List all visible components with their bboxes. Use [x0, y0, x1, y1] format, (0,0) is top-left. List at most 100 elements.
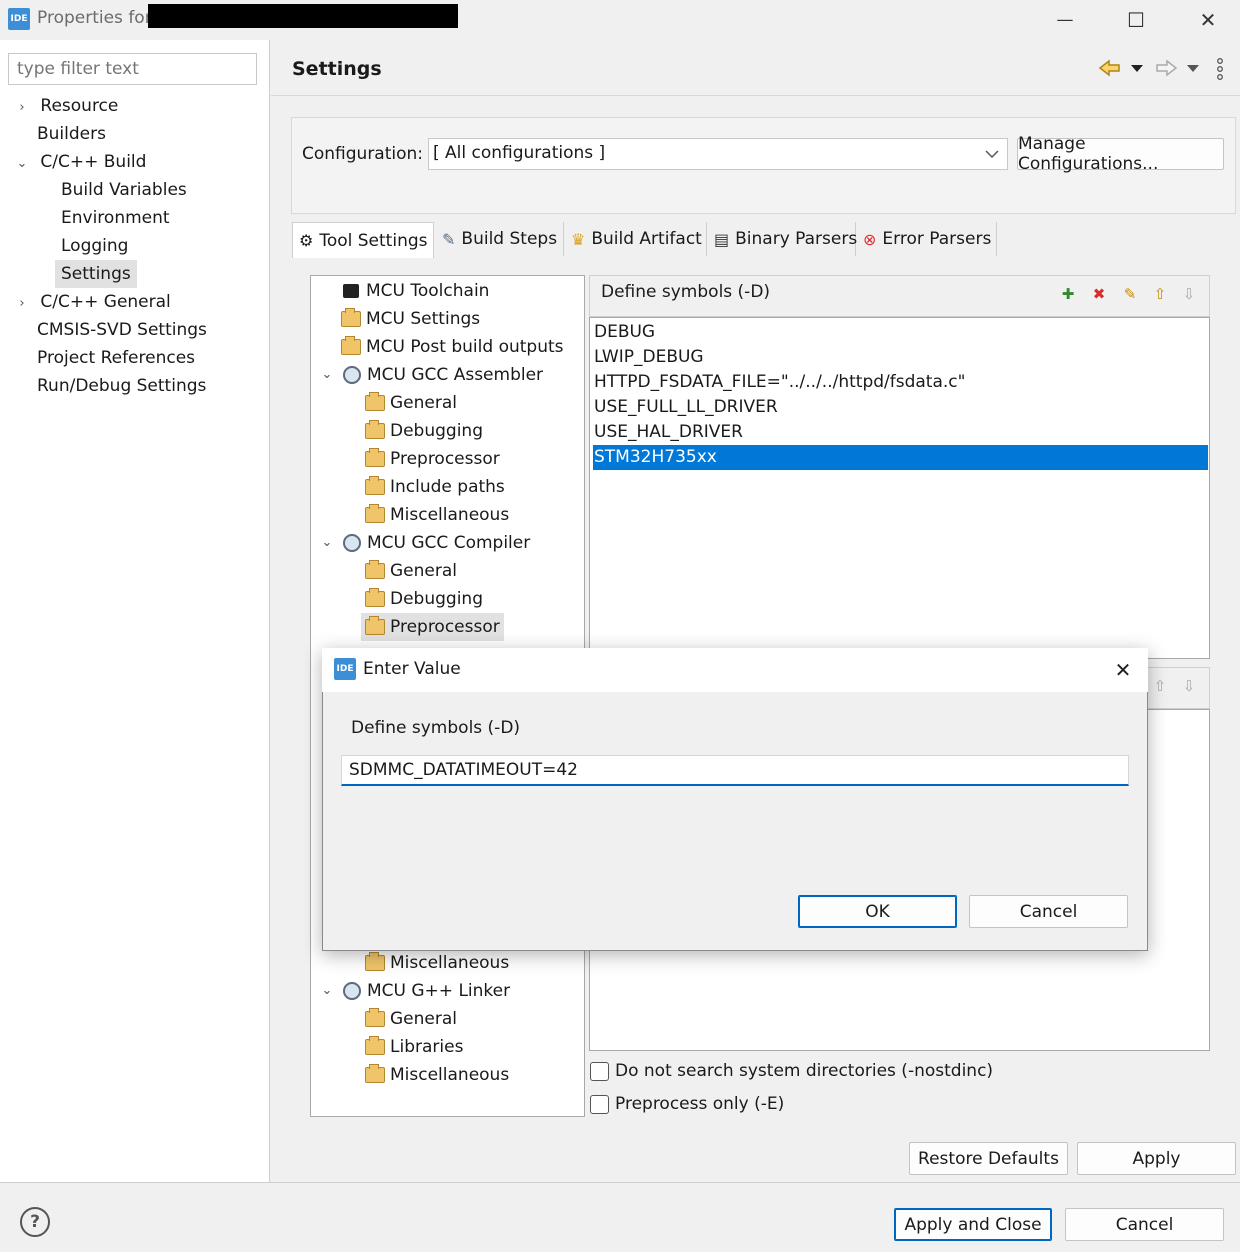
list-item[interactable]: DEBUG	[593, 320, 1208, 345]
tree-item-assembler-miscellaneous[interactable]: Miscellaneous	[365, 501, 509, 529]
chevron-right-icon[interactable]: ›	[14, 290, 30, 311]
list-item[interactable]: HTTPD_FSDATA_FILE="../../../httpd/fsdata…	[593, 370, 1208, 395]
dialog-label: Define symbols (-D)	[351, 718, 521, 738]
close-window-button[interactable]: ✕	[1183, 4, 1233, 36]
minimize-button[interactable]: —	[1040, 4, 1090, 36]
nav-item-settings[interactable]: Settings	[55, 260, 137, 288]
tree-item-label: Miscellaneous	[390, 1065, 510, 1085]
move-up-icon[interactable]: ⇧	[1148, 282, 1172, 306]
cancel-button[interactable]: Cancel	[1065, 1208, 1224, 1241]
edit-icon[interactable]: ✎	[1118, 282, 1142, 306]
tree-item-mcu-post-build[interactable]: MCU Post build outputs	[341, 333, 564, 361]
tree-item-mcu-toolchain[interactable]: MCU Toolchain	[341, 277, 489, 305]
list-item[interactable]: USE_FULL_LL_DRIVER	[593, 395, 1208, 420]
folder-icon	[341, 308, 361, 327]
chevron-down-icon[interactable]: ⌄	[317, 533, 337, 553]
move-down-icon[interactable]: ⇩	[1177, 674, 1201, 698]
tree-item-assembler-include-paths[interactable]: Include paths	[365, 473, 505, 501]
define-symbols-title: Define symbols (-D)	[601, 282, 771, 302]
tree-item-mcu-settings[interactable]: MCU Settings	[341, 305, 480, 333]
folder-icon	[365, 1008, 385, 1027]
dialog-close-button[interactable]: ✕	[1108, 656, 1138, 684]
chevron-down-icon[interactable]: ⌄	[317, 981, 337, 1001]
error-icon: ⊗	[863, 229, 877, 249]
ok-button[interactable]: OK	[798, 895, 957, 928]
forward-arrow-icon[interactable]	[1154, 58, 1178, 78]
tree-item-assembler-preprocessor[interactable]: Preprocessor	[365, 445, 500, 473]
tree-item-label: Debugging	[390, 589, 483, 609]
tool-settings-icon: ⚙	[299, 231, 314, 250]
add-icon[interactable]: ✚	[1056, 282, 1080, 306]
value-input[interactable]	[341, 755, 1129, 786]
back-arrow-icon[interactable]	[1098, 58, 1122, 78]
tree-item-mcu-gpp-linker[interactable]: ⌄ MCU G++ Linker	[317, 977, 511, 1005]
apply-button[interactable]: Apply	[1077, 1142, 1236, 1175]
tree-item-linker-libraries[interactable]: Libraries	[365, 1033, 463, 1061]
tab-tool-settings[interactable]: ⚙ Tool Settings	[292, 222, 434, 258]
tree-item-linker-general[interactable]: General	[365, 1005, 457, 1033]
nav-item-build-variables[interactable]: Build Variables	[61, 176, 187, 204]
tab-build-steps[interactable]: ✎ Build Steps	[436, 222, 564, 256]
nav-item-builders[interactable]: Builders	[37, 120, 106, 148]
list-item[interactable]: LWIP_DEBUG	[593, 345, 1208, 370]
tree-item-label: Miscellaneous	[390, 953, 510, 973]
preprocess-only-checkbox[interactable]	[590, 1094, 609, 1114]
nav-item-cmsis-svd[interactable]: CMSIS-SVD Settings	[37, 316, 207, 344]
forward-dropdown-icon[interactable]	[1186, 63, 1200, 73]
configuration-select[interactable]: [ All configurations ]	[428, 138, 1008, 170]
tree-item-compiler-general[interactable]: General	[365, 557, 457, 585]
nav-item-run-debug[interactable]: Run/Debug Settings	[37, 372, 206, 400]
maximize-button[interactable]: ☐	[1111, 4, 1161, 36]
preprocess-only-option[interactable]: Preprocess only (-E)	[590, 1094, 784, 1114]
close-icon: ✕	[1199, 8, 1217, 32]
tree-item-compiler-preprocessor[interactable]: Preprocessor	[361, 613, 504, 641]
tree-item-compiler-debugging[interactable]: Debugging	[365, 585, 483, 613]
close-icon: ✕	[1114, 658, 1132, 682]
list-item[interactable]: USE_HAL_DRIVER	[593, 420, 1208, 445]
tree-item-label: General	[390, 393, 457, 413]
tree-item-linker-miscellaneous[interactable]: Miscellaneous	[365, 1061, 509, 1089]
nav-item-cpp-general[interactable]: › C/C++ General	[14, 288, 170, 316]
move-down-icon[interactable]: ⇩	[1177, 282, 1201, 306]
delete-icon[interactable]: ✖	[1087, 282, 1111, 306]
nostdinc-option[interactable]: Do not search system directories (-nostd…	[590, 1061, 993, 1081]
tab-error-parsers[interactable]: ⊗ Error Parsers	[857, 222, 997, 256]
manage-configurations-button[interactable]: Manage Configurations...	[1017, 134, 1224, 174]
nav-item-project-references[interactable]: Project References	[37, 344, 195, 372]
nav-item-label: Logging	[61, 236, 129, 256]
nav-item-environment[interactable]: Environment	[61, 204, 170, 232]
tab-binary-parsers[interactable]: ▤ Binary Parsers	[708, 222, 857, 256]
nav-item-resource[interactable]: › Resource	[14, 92, 118, 120]
nav-item-label: Environment	[61, 208, 170, 228]
tree-item-assembler-debugging[interactable]: Debugging	[365, 417, 483, 445]
chevron-down-icon[interactable]: ⌄	[14, 150, 30, 171]
nav-item-label: C/C++ Build	[40, 152, 147, 172]
maximize-icon: ☐	[1127, 8, 1145, 32]
tab-label: Tool Settings	[319, 230, 428, 251]
help-icon[interactable]: ?	[20, 1207, 50, 1237]
tree-item-label: Debugging	[390, 421, 483, 441]
nav-item-label: Build Variables	[61, 180, 187, 200]
move-up-icon[interactable]: ⇧	[1148, 674, 1172, 698]
list-item-selected[interactable]: STM32H735xx	[593, 445, 1208, 470]
apply-and-close-button[interactable]: Apply and Close	[894, 1208, 1052, 1241]
more-menu-icon[interactable]	[1214, 57, 1226, 81]
nav-item-logging[interactable]: Logging	[61, 232, 128, 260]
tree-item-assembler-general[interactable]: General	[365, 389, 457, 417]
filter-input[interactable]	[8, 53, 257, 85]
restore-defaults-button[interactable]: Restore Defaults	[909, 1142, 1068, 1175]
nostdinc-checkbox[interactable]	[590, 1061, 609, 1081]
tree-item-label: Preprocessor	[390, 449, 500, 469]
tree-item-label: Libraries	[390, 1037, 464, 1057]
back-dropdown-icon[interactable]	[1130, 63, 1144, 73]
folder-icon	[341, 336, 361, 355]
tree-item-mcu-gcc-assembler[interactable]: ⌄ MCU GCC Assembler	[317, 361, 543, 389]
tree-item-compiler-miscellaneous[interactable]: Miscellaneous	[365, 949, 509, 977]
tree-item-mcu-gcc-compiler[interactable]: ⌄ MCU GCC Compiler	[317, 529, 531, 557]
nav-item-cpp-build[interactable]: ⌄ C/C++ Build	[14, 148, 147, 176]
dialog-cancel-button[interactable]: Cancel	[969, 895, 1128, 928]
define-symbols-list[interactable]: DEBUG LWIP_DEBUG HTTPD_FSDATA_FILE="../.…	[589, 317, 1210, 659]
chevron-right-icon[interactable]: ›	[14, 94, 30, 115]
chevron-down-icon[interactable]: ⌄	[317, 365, 337, 385]
tab-build-artifact[interactable]: ♛ Build Artifact	[565, 222, 707, 256]
